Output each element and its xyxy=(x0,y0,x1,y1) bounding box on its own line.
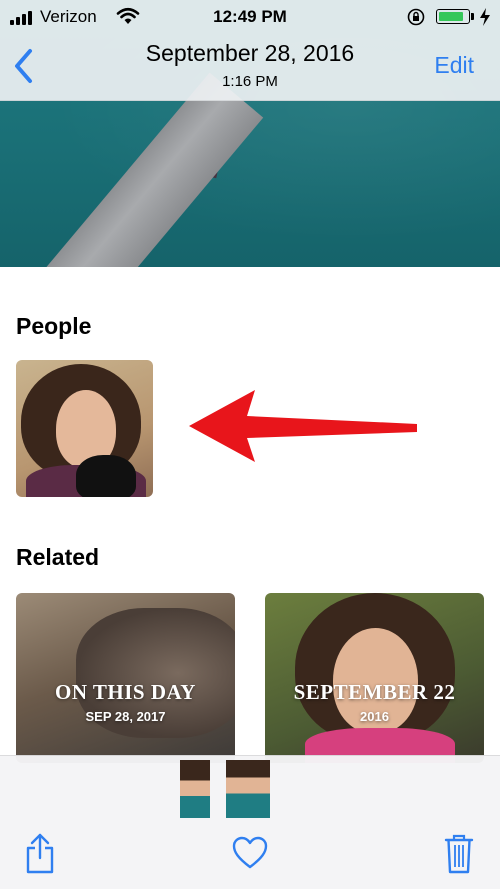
share-icon[interactable] xyxy=(24,832,56,874)
people-section-title: People xyxy=(16,313,92,339)
filmstrip-thumbnail[interactable] xyxy=(180,760,210,818)
thumbnail-strip[interactable] xyxy=(180,760,270,818)
related-section-title: Related xyxy=(16,544,100,570)
photo-seatbelt xyxy=(16,72,264,267)
battery-tip xyxy=(471,13,474,20)
card-title: ON THIS DAY xyxy=(55,680,196,704)
trash-icon[interactable] xyxy=(444,832,474,874)
red-arrow-annotation xyxy=(189,390,417,462)
edit-button[interactable]: Edit xyxy=(434,52,474,79)
related-card-on-this-day[interactable]: ON THIS DAY SEP 28, 2017 xyxy=(16,593,235,763)
card-subtitle: SEP 28, 2017 xyxy=(85,709,166,724)
heart-icon[interactable] xyxy=(232,836,268,870)
nav-subtitle: 1:16 PM xyxy=(222,73,278,90)
card-subtitle: 2016 xyxy=(360,709,389,724)
filmstrip-thumbnail-selected[interactable] xyxy=(226,760,270,818)
person-thumbnail[interactable] xyxy=(16,360,153,497)
nav-title: September 28, 2016 xyxy=(145,40,355,66)
orientation-lock-icon xyxy=(407,8,425,26)
charging-bolt-icon xyxy=(480,8,490,26)
status-bar: Verizon 12:49 PM xyxy=(0,0,500,34)
related-card-september-22[interactable]: SEPTEMBER 22 2016 xyxy=(265,593,484,763)
navigation-bar: Verizon 12:49 PM September 28, 2016 1:16… xyxy=(0,0,500,101)
status-time: 12:49 PM xyxy=(213,7,287,26)
battery-icon xyxy=(436,9,470,24)
card-title: SEPTEMBER 22 xyxy=(293,680,456,704)
